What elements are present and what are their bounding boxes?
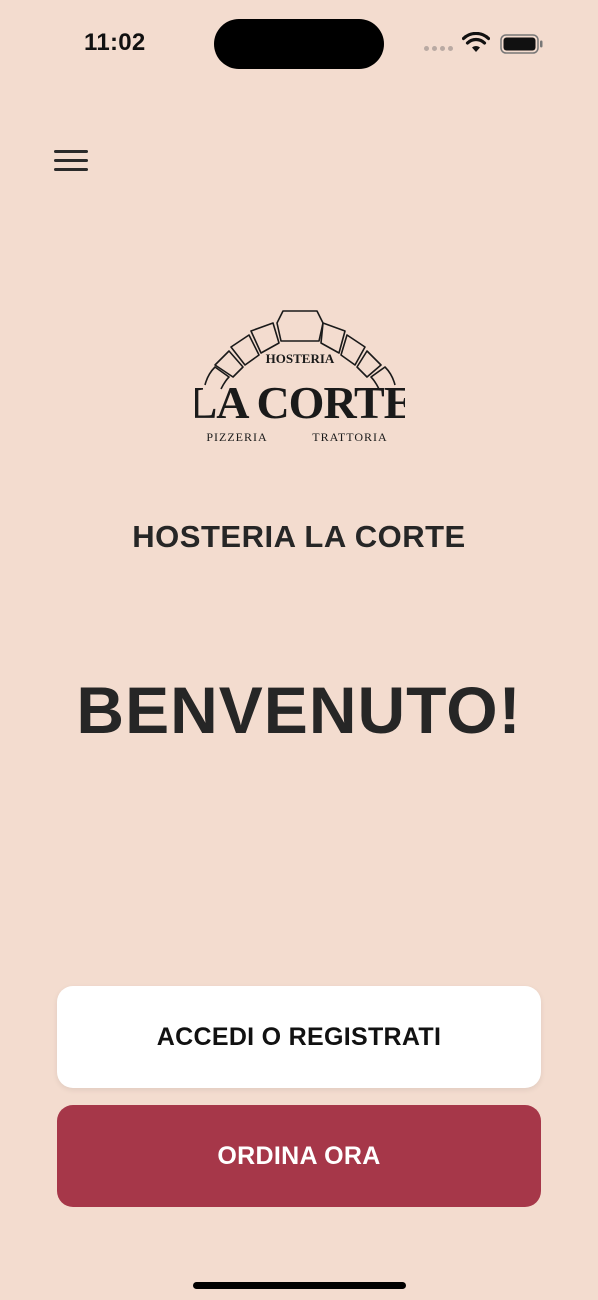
cellular-signal-icon [424, 46, 456, 52]
logo-main-text: LA CORTE [195, 377, 405, 428]
hamburger-menu-icon[interactable] [46, 140, 96, 180]
welcome-heading: BENVENUTO! [76, 673, 522, 747]
wifi-icon [462, 32, 490, 52]
dynamic-island [214, 19, 384, 69]
restaurant-name: HOSTERIA LA CORTE [132, 519, 466, 554]
login-register-button[interactable]: ACCEDI O REGISTRATI [57, 986, 541, 1088]
logo-top-text: HOSTERIA [266, 351, 335, 366]
status-time: 11:02 [84, 29, 146, 56]
home-indicator[interactable] [193, 1282, 406, 1289]
status-bar: 11:02 [0, 0, 598, 90]
battery-icon [500, 34, 543, 54]
hosteria-la-corte-logo: HOSTERIA LA CORTE PIZZERIA TRATTORIA [195, 310, 405, 444]
order-now-button[interactable]: ORDINA ORA [57, 1105, 541, 1207]
logo-left-tag: PIZZERIA [206, 430, 267, 444]
logo-right-tag: TRATTORIA [312, 430, 387, 444]
